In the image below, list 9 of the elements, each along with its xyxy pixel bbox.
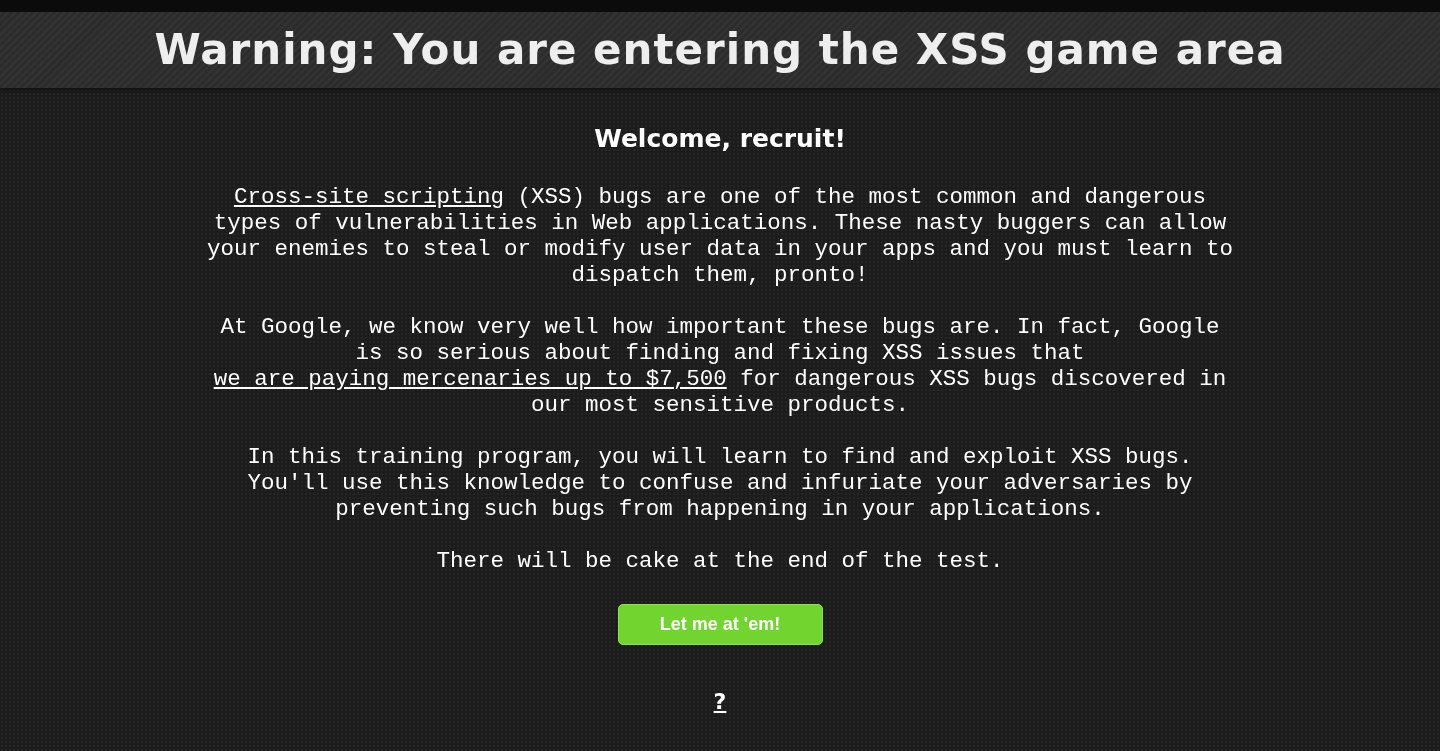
text-link[interactable]: we are paying mercenaries up to $7,500 [213,365,727,392]
text-link[interactable]: Cross-site scripting [233,183,504,210]
paragraph: Cross-site scripting (XSS) bugs are one of the most common and dangerous types of vulnerabilities in Web applications. These nasty buggers can allow your enemies to steal or modify user data in your apps and you must learn to dispatch them, pronto! [205,183,1235,288]
help-link[interactable]: ? [713,684,727,718]
page-title: Warning: You are entering the XSS game area [154,29,1286,71]
paragraph: There will be cake at the end of the test. [435,547,1005,574]
paragraph: In this training program, you will learn to find and exploit XSS bugs. You'll use this knowledge to confuse and infuriate your adversaries by preventing such bugs from happening in your applications. [246,443,1194,522]
welcome-heading: Welcome, recruit! [593,123,847,155]
paragraph: At Google, we know very well how important these bugs are. In fact, Google is so serious about finding and fixing XSS issues that we are paying mercenaries up to $7,500 for dangerous XSS bugs discovered in our most sensitive products. [212,313,1228,418]
